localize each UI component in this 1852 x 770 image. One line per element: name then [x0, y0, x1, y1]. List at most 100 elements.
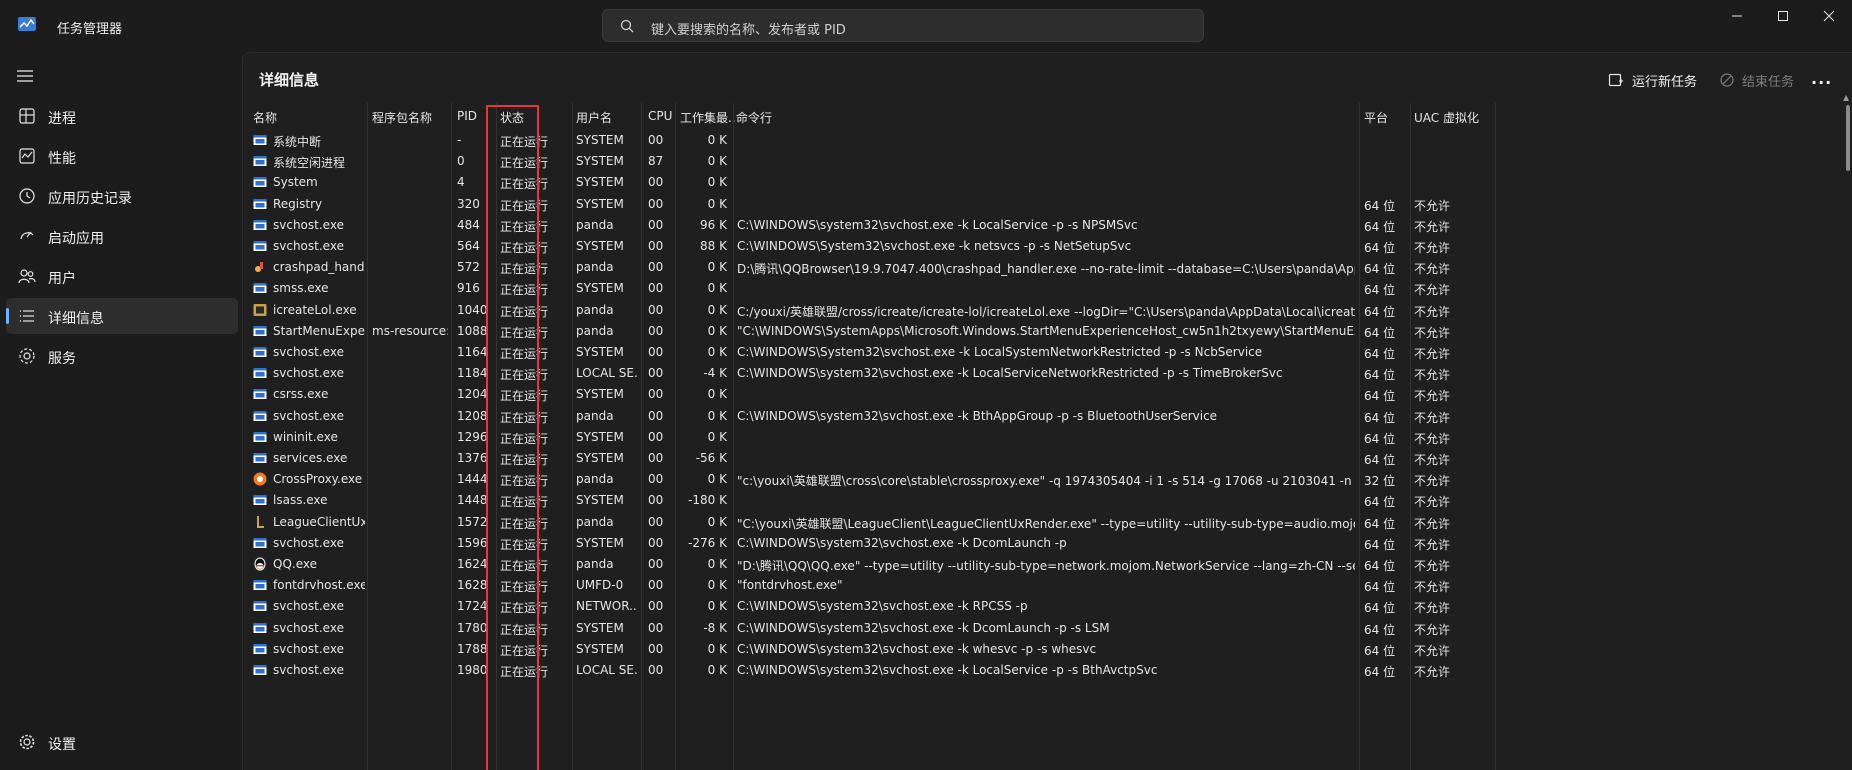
sidebar-item-label: 应用历史记录: [48, 191, 132, 207]
services-icon: [19, 348, 35, 364]
window-app-icon: [253, 156, 267, 167]
cell-command-line: "C:\youxi\英雄联盟\LeagueClient\LeagueClient…: [737, 516, 1355, 531]
cell-uac: 不允许: [1414, 622, 1451, 637]
close-button[interactable]: [1806, 6, 1852, 26]
run-new-task-button[interactable]: 运行新任务: [1608, 69, 1697, 91]
sidebar-item-settings[interactable]: 设置: [6, 724, 238, 760]
window-app-icon: [253, 665, 267, 675]
cell-name: LeagueClientUxR...: [273, 514, 365, 529]
maximize-button[interactable]: [1760, 6, 1806, 26]
cell-username: SYSTEM: [576, 154, 624, 169]
cell-uac: 不允许: [1414, 516, 1451, 531]
vertical-scrollbar[interactable]: [1846, 105, 1850, 171]
cell-platform: 64 位: [1364, 453, 1396, 467]
cell-name: fontdrvhost.exe: [273, 578, 365, 593]
cell-platform: 64 位: [1364, 537, 1396, 552]
cell-name: svchost.exe: [273, 239, 344, 253]
column-header-username[interactable]: 用户名: [576, 109, 636, 126]
task-manager-app-icon: [18, 17, 36, 31]
sidebar-item-services[interactable]: 服务: [6, 338, 238, 374]
column-header-platform[interactable]: 平台: [1364, 109, 1404, 126]
end-task-icon: [1720, 73, 1734, 87]
cell-command-line: "fontdrvhost.exe": [737, 578, 843, 593]
hamburger-menu-icon[interactable]: [16, 69, 34, 83]
cell-command-line: C:/youxi/英雄联盟/cross/icreate/icreate-lol/…: [737, 304, 1355, 319]
scroll-up-icon[interactable]: ▲: [1843, 93, 1849, 102]
cell-username: SYSTEM: [576, 493, 624, 508]
column-header-uac[interactable]: UAC 虚拟化: [1414, 109, 1494, 126]
pid-column-highlight: [486, 105, 539, 770]
cell-uac: 不允许: [1414, 601, 1451, 616]
column-header-working-set[interactable]: 工作集最...: [680, 109, 735, 126]
cell-working-set: -276 K: [688, 535, 727, 550]
sidebar-item-performance[interactable]: 性能: [6, 138, 238, 174]
crashpad-icon: [255, 262, 263, 273]
app-title: 任务管理器: [57, 22, 123, 37]
cell-platform: 64 位: [1364, 241, 1396, 255]
cell-uac: 不允许: [1414, 304, 1451, 319]
window-app-icon: [253, 537, 267, 548]
maximize-icon: [1778, 11, 1788, 21]
close-icon: [1823, 10, 1835, 22]
end-task-label: 结束任务: [1742, 74, 1795, 90]
cell-uac: 不允许: [1414, 474, 1451, 489]
cell-platform: 64 位: [1364, 368, 1396, 383]
sidebar-item-label: 服务: [48, 351, 76, 367]
cell-cpu: 87: [648, 154, 664, 169]
cell-uac: 不允许: [1414, 389, 1451, 404]
cell-name: icreateLol.exe: [273, 302, 357, 317]
cell-username: SYSTEM: [576, 239, 624, 253]
cell-command-line: C:\WINDOWS\system32\svchost.exe -k RPCSS…: [737, 599, 1028, 614]
cell-name: svchost.exe: [273, 217, 344, 232]
sidebar-item-startup[interactable]: 启动应用: [6, 218, 238, 254]
cell-platform: 64 位: [1364, 262, 1396, 277]
page-title: 详细信息: [259, 71, 320, 89]
cell-platform: 64 位: [1364, 198, 1396, 213]
cell-command-line: C:\WINDOWS\System32\svchost.exe -k Local…: [737, 345, 1263, 359]
cell-cpu: 00: [648, 429, 664, 444]
more-options-button[interactable]: ...: [1811, 69, 1835, 91]
cell-name: QQ.exe: [273, 557, 317, 571]
cell-cpu: 00: [648, 578, 664, 593]
cell-cpu: 00: [648, 196, 664, 211]
cell-name: services.exe: [273, 451, 348, 465]
table-row[interactable]: svchost.exe1980正在运行LOCAL SE...000 KC:\WI…: [243, 658, 1848, 683]
minimize-button[interactable]: [1714, 6, 1760, 26]
cell-name: 系统中断: [273, 135, 322, 149]
cell-command-line: C:\WINDOWS\system32\svchost.exe -k Local…: [737, 366, 1283, 381]
search-box[interactable]: 键入要搜索的名称、发布者或 PID: [602, 9, 1204, 42]
cell-cpu: 00: [648, 387, 664, 402]
cell-cpu: 00: [648, 260, 664, 275]
cell-username: SYSTEM: [576, 535, 624, 550]
column-header-package[interactable]: 程序包名称: [372, 109, 452, 126]
cell-platform: 64 位: [1364, 643, 1396, 658]
cell-username: SYSTEM: [576, 196, 624, 211]
sidebar-item-users[interactable]: 用户: [6, 258, 238, 294]
column-header-command-line[interactable]: 命令行: [736, 109, 796, 126]
cell-working-set: 0 K: [707, 557, 727, 571]
cell-username: SYSTEM: [576, 387, 624, 402]
cell-working-set: 88 K: [700, 239, 727, 253]
column-header-name[interactable]: 名称: [253, 109, 363, 126]
cell-working-set: 0 K: [707, 175, 727, 190]
cell-username: panda: [576, 302, 614, 317]
window-app-icon: [253, 643, 267, 654]
cell-username: SYSTEM: [576, 345, 624, 359]
cell-name: smss.exe: [273, 281, 329, 296]
gear-icon: [19, 734, 35, 750]
cell-platform: 64 位: [1364, 410, 1396, 425]
sidebar-item-processes[interactable]: 进程: [6, 98, 238, 134]
column-header-cpu[interactable]: CPU: [648, 109, 678, 123]
cell-command-line: C:\WINDOWS\system32\svchost.exe -k Local…: [737, 217, 1138, 232]
window-app-icon: [253, 198, 267, 209]
cell-username: SYSTEM: [576, 281, 624, 296]
cell-username: panda: [576, 472, 614, 487]
cell-name: svchost.exe: [273, 620, 344, 635]
cell-cpu: 00: [648, 557, 664, 571]
sidebar-item-details[interactable]: 详细信息: [6, 298, 238, 334]
sidebar-item-app-history[interactable]: 应用历史记录: [6, 178, 238, 214]
cell-working-set: 0 K: [707, 345, 727, 359]
cell-command-line: C:\WINDOWS\system32\svchost.exe -k BthAp…: [737, 408, 1218, 423]
qq-icon: [254, 557, 266, 571]
end-task-button[interactable]: 结束任务: [1720, 69, 1794, 91]
